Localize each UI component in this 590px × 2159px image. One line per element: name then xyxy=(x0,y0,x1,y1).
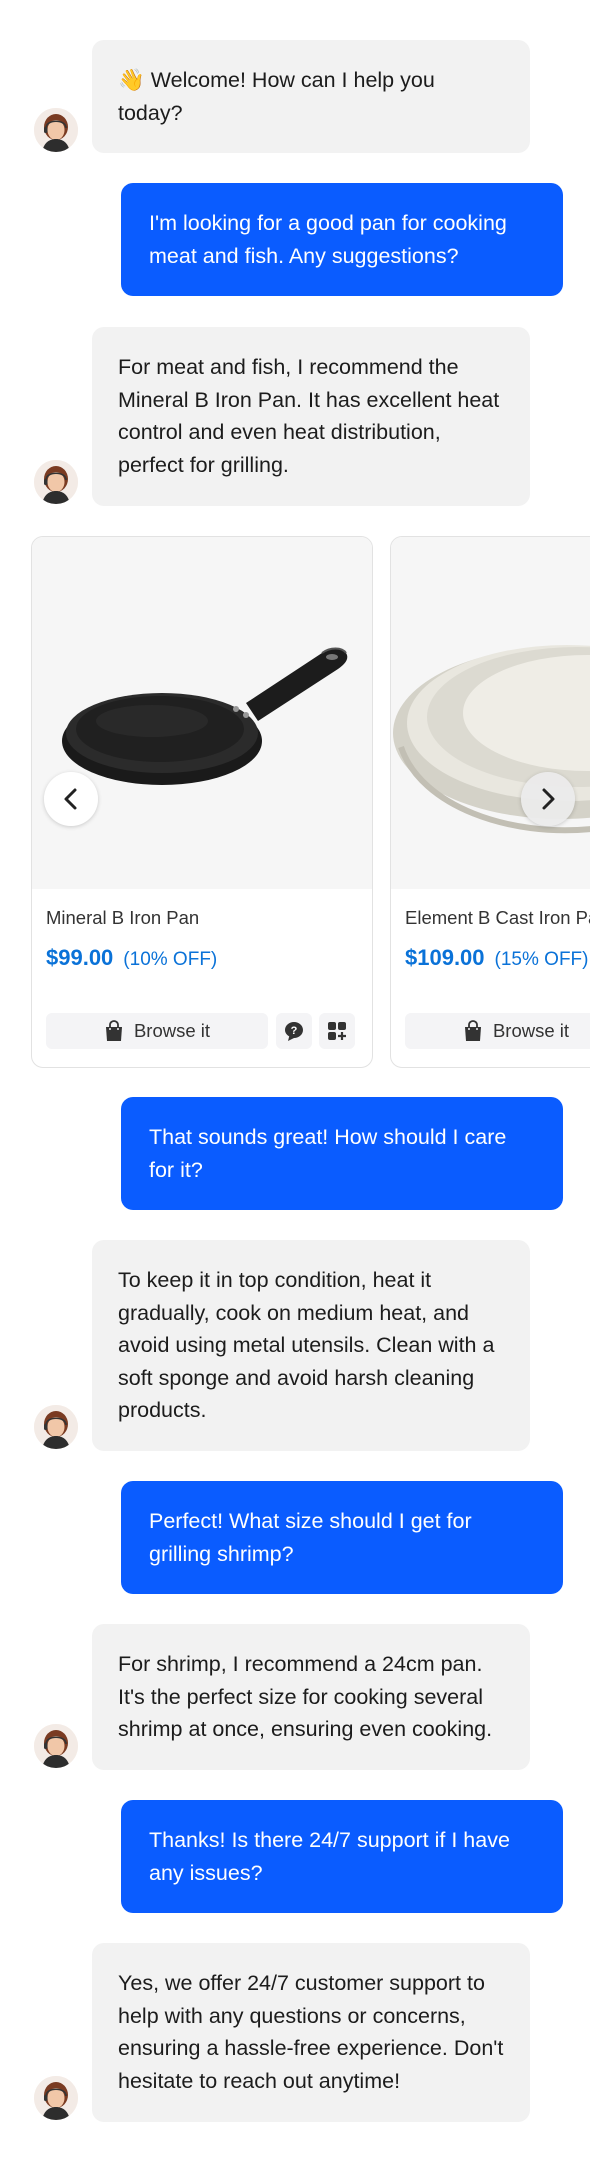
assistant-avatar-icon xyxy=(34,108,78,152)
bot-message-text: For shrimp, I recommend a 24cm pan. It's… xyxy=(118,1652,493,1741)
bot-message: 👋 Welcome! How can I help you today? xyxy=(92,40,530,153)
product-image[interactable] xyxy=(391,537,590,889)
product-image[interactable] xyxy=(32,537,372,889)
bot-message-text: For meat and fish, I recommend the Miner… xyxy=(118,355,500,477)
svg-text:?: ? xyxy=(291,1025,298,1037)
white-speckled-pan-icon xyxy=(391,537,590,889)
chevron-right-icon xyxy=(542,788,555,810)
grid-plus-icon xyxy=(328,1022,346,1040)
user-message-text: I'm looking for a good pan for cooking m… xyxy=(149,211,507,268)
price-line: $109.00 (15% OFF) xyxy=(405,945,588,971)
ask-question-button[interactable]: ? xyxy=(276,1013,312,1049)
browse-button[interactable]: Browse it xyxy=(46,1013,268,1049)
bot-message: For meat and fish, I recommend the Miner… xyxy=(92,327,530,506)
user-message-text: That sounds great! How should I care for… xyxy=(149,1125,507,1182)
bot-message-text: Welcome! How can I help you today? xyxy=(118,68,435,125)
user-message-text: Thanks! Is there 24/7 support if I have … xyxy=(149,1828,510,1885)
carousel-prev-button[interactable] xyxy=(44,772,98,826)
product-name[interactable]: Mineral B Iron Pan xyxy=(46,907,199,929)
question-chat-icon: ? xyxy=(285,1022,303,1041)
carousel-next-button[interactable] xyxy=(521,772,575,826)
bot-message: For shrimp, I recommend a 24cm pan. It's… xyxy=(92,1624,530,1770)
assistant-avatar-icon xyxy=(34,1724,78,1768)
bot-message: Yes, we offer 24/7 customer support to h… xyxy=(92,1943,530,2122)
assistant-avatar-icon xyxy=(34,2076,78,2120)
assistant-avatar xyxy=(34,2076,78,2120)
discount-label: (10% OFF) xyxy=(123,949,218,970)
browse-button[interactable]: Browse it xyxy=(405,1013,590,1049)
shopping-bag-icon xyxy=(105,1020,122,1041)
user-message: Perfect! What size should I get for gril… xyxy=(121,1481,563,1594)
black-frying-pan-icon xyxy=(32,537,372,889)
assistant-avatar xyxy=(34,1724,78,1768)
user-message: I'm looking for a good pan for cooking m… xyxy=(121,183,563,296)
product-price: $109.00 xyxy=(405,945,485,970)
user-message: Thanks! Is there 24/7 support if I have … xyxy=(121,1800,563,1913)
user-message-text: Perfect! What size should I get for gril… xyxy=(149,1509,472,1566)
bot-message-text: Yes, we offer 24/7 customer support to h… xyxy=(118,1971,504,2093)
price-line: $99.00 (10% OFF) xyxy=(46,945,217,971)
assistant-avatar xyxy=(34,460,78,504)
browse-label: Browse it xyxy=(492,1020,570,1041)
waving-hand-emoji: 👋 xyxy=(118,68,145,92)
product-name[interactable]: Element B Cast Iron Pan xyxy=(405,907,590,929)
shopping-bag-icon xyxy=(464,1020,481,1041)
add-to-compare-button[interactable] xyxy=(319,1013,355,1049)
discount-label: (15% OFF) xyxy=(494,949,589,970)
assistant-avatar-icon xyxy=(34,460,78,504)
chevron-left-icon xyxy=(64,788,77,810)
browse-label: Browse it xyxy=(133,1020,211,1041)
assistant-avatar xyxy=(34,108,78,152)
product-price: $99.00 xyxy=(46,945,114,970)
bot-message: To keep it in top condition, heat it gra… xyxy=(92,1240,530,1451)
bot-message-text: To keep it in top condition, heat it gra… xyxy=(118,1268,495,1422)
assistant-avatar xyxy=(34,1405,78,1449)
assistant-avatar-icon xyxy=(34,1405,78,1449)
user-message: That sounds great! How should I care for… xyxy=(121,1097,563,1210)
